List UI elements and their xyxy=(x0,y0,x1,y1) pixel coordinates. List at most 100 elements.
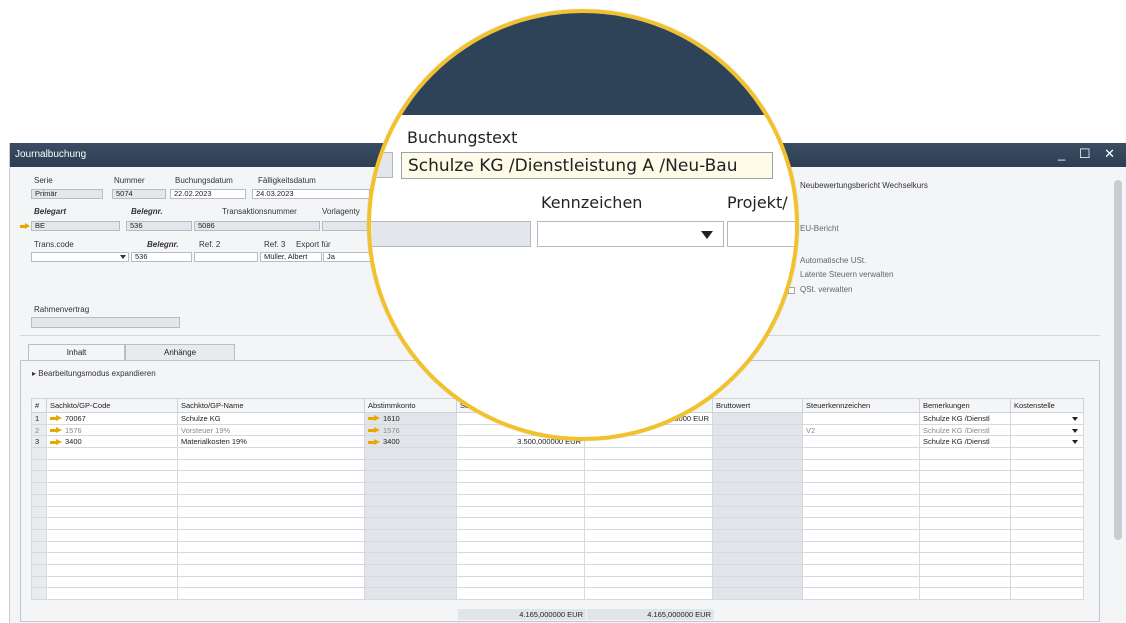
row-number[interactable] xyxy=(31,528,47,542)
empty-cell[interactable] xyxy=(177,528,365,542)
empty-cell[interactable] xyxy=(802,575,920,589)
empty-cell[interactable] xyxy=(46,470,178,484)
col-header-name[interactable]: Sachkto/GP-Name xyxy=(177,398,365,413)
rahmenvertrag-field[interactable] xyxy=(31,317,180,328)
cell-bruttowert[interactable] xyxy=(712,412,803,425)
empty-cell[interactable] xyxy=(1010,552,1084,565)
col-header-steuerkennzeichen[interactable]: Steuerkennzeichen xyxy=(802,398,920,413)
empty-cell[interactable] xyxy=(46,540,178,554)
empty-cell[interactable] xyxy=(919,493,1011,507)
empty-cell[interactable] xyxy=(364,528,457,542)
empty-cell[interactable] xyxy=(46,552,178,565)
empty-cell[interactable] xyxy=(177,540,365,554)
link-arrow-icon[interactable] xyxy=(20,223,30,230)
cell-kostenstelle[interactable] xyxy=(1010,412,1084,425)
row-number[interactable] xyxy=(31,517,47,530)
empty-cell[interactable] xyxy=(919,447,1011,460)
transcode-select[interactable] xyxy=(31,252,129,262)
empty-cell[interactable] xyxy=(802,563,920,577)
empty-cell[interactable] xyxy=(177,482,365,495)
empty-cell[interactable] xyxy=(584,528,713,542)
empty-cell[interactable] xyxy=(456,505,585,519)
empty-cell[interactable] xyxy=(456,575,585,589)
cell-bruttowert[interactable] xyxy=(712,435,803,449)
empty-cell[interactable] xyxy=(177,470,365,484)
transaktionsnummer-field[interactable]: 5086 xyxy=(194,221,320,231)
empty-cell[interactable] xyxy=(1010,458,1084,472)
empty-cell[interactable] xyxy=(1010,505,1084,519)
empty-cell[interactable] xyxy=(802,447,920,460)
table-row[interactable] xyxy=(31,517,1084,530)
empty-cell[interactable] xyxy=(456,563,585,577)
chevron-down-icon[interactable] xyxy=(1072,417,1078,421)
table-row[interactable] xyxy=(31,482,1084,495)
vorlagentyp-field[interactable] xyxy=(322,221,372,231)
empty-cell[interactable] xyxy=(919,517,1011,530)
row-number[interactable] xyxy=(31,587,47,600)
row-number[interactable] xyxy=(31,552,47,565)
cell-abstimmkonto[interactable]: 1610 xyxy=(364,412,457,425)
empty-cell[interactable] xyxy=(456,482,585,495)
empty-cell[interactable] xyxy=(1010,482,1084,495)
faelligkeitsdatum-field[interactable]: 24.03.2023 xyxy=(252,189,370,199)
kennzeichen-select[interactable] xyxy=(537,221,724,247)
scrollbar[interactable] xyxy=(1114,180,1122,540)
table-row[interactable] xyxy=(31,458,1084,472)
empty-cell[interactable] xyxy=(1010,587,1084,600)
empty-cell[interactable] xyxy=(919,563,1011,577)
empty-cell[interactable] xyxy=(712,563,803,577)
belegnr-field[interactable]: 536 xyxy=(126,221,192,231)
empty-cell[interactable] xyxy=(802,587,920,600)
empty-cell[interactable] xyxy=(712,470,803,484)
cell-bemerkungen[interactable]: Schulze KG /Dienstl xyxy=(919,423,1011,437)
cell-name[interactable]: Materialkosten 19% xyxy=(177,435,365,449)
empty-cell[interactable] xyxy=(802,528,920,542)
chevron-down-icon[interactable] xyxy=(1072,428,1078,433)
empty-cell[interactable] xyxy=(919,482,1011,495)
serie-field[interactable]: Primär xyxy=(31,189,103,199)
projekt-field[interactable] xyxy=(727,221,795,247)
row-number[interactable] xyxy=(31,447,47,460)
empty-cell[interactable] xyxy=(364,458,457,472)
cell-bruttowert[interactable] xyxy=(712,423,803,437)
empty-cell[interactable] xyxy=(1010,528,1084,542)
empty-cell[interactable] xyxy=(364,505,457,519)
row-number[interactable] xyxy=(31,575,47,589)
empty-cell[interactable] xyxy=(712,587,803,600)
empty-cell[interactable] xyxy=(712,447,803,460)
empty-cell[interactable] xyxy=(584,540,713,554)
empty-cell[interactable] xyxy=(802,482,920,495)
col-header-bemerkungen[interactable]: Bemerkungen xyxy=(919,398,1011,413)
row-number[interactable] xyxy=(31,458,47,472)
empty-cell[interactable] xyxy=(584,563,713,577)
col-header-abstimmkonto[interactable]: Abstimmkonto xyxy=(364,398,457,413)
empty-cell[interactable] xyxy=(456,493,585,507)
empty-cell[interactable] xyxy=(802,458,920,472)
empty-cell[interactable] xyxy=(456,458,585,472)
empty-cell[interactable] xyxy=(364,493,457,507)
empty-cell[interactable] xyxy=(177,563,365,577)
empty-cell[interactable] xyxy=(584,470,713,484)
empty-cell[interactable] xyxy=(919,458,1011,472)
cell-code[interactable]: 3400 xyxy=(46,435,178,449)
empty-cell[interactable] xyxy=(712,528,803,542)
empty-cell[interactable] xyxy=(802,540,920,554)
row-number[interactable] xyxy=(31,505,47,519)
cell-bemerkungen[interactable]: Schulze KG /Dienstl xyxy=(919,412,1011,425)
empty-cell[interactable] xyxy=(177,447,365,460)
empty-cell[interactable] xyxy=(364,540,457,554)
empty-cell[interactable] xyxy=(584,517,713,530)
col-header-code[interactable]: Sachkto/GP-Code xyxy=(46,398,178,413)
empty-cell[interactable] xyxy=(1010,493,1084,507)
empty-cell[interactable] xyxy=(802,517,920,530)
chevron-down-icon[interactable] xyxy=(1072,440,1078,445)
empty-cell[interactable] xyxy=(456,528,585,542)
table-row[interactable] xyxy=(31,575,1084,589)
empty-cell[interactable] xyxy=(1010,540,1084,554)
export-field[interactable]: Ja xyxy=(323,252,373,262)
row-number[interactable] xyxy=(31,482,47,495)
empty-cell[interactable] xyxy=(456,552,585,565)
link-arrow-icon[interactable] xyxy=(50,438,62,446)
empty-cell[interactable] xyxy=(1010,575,1084,589)
cell-name[interactable]: Vorsteuer 19% xyxy=(177,423,365,437)
